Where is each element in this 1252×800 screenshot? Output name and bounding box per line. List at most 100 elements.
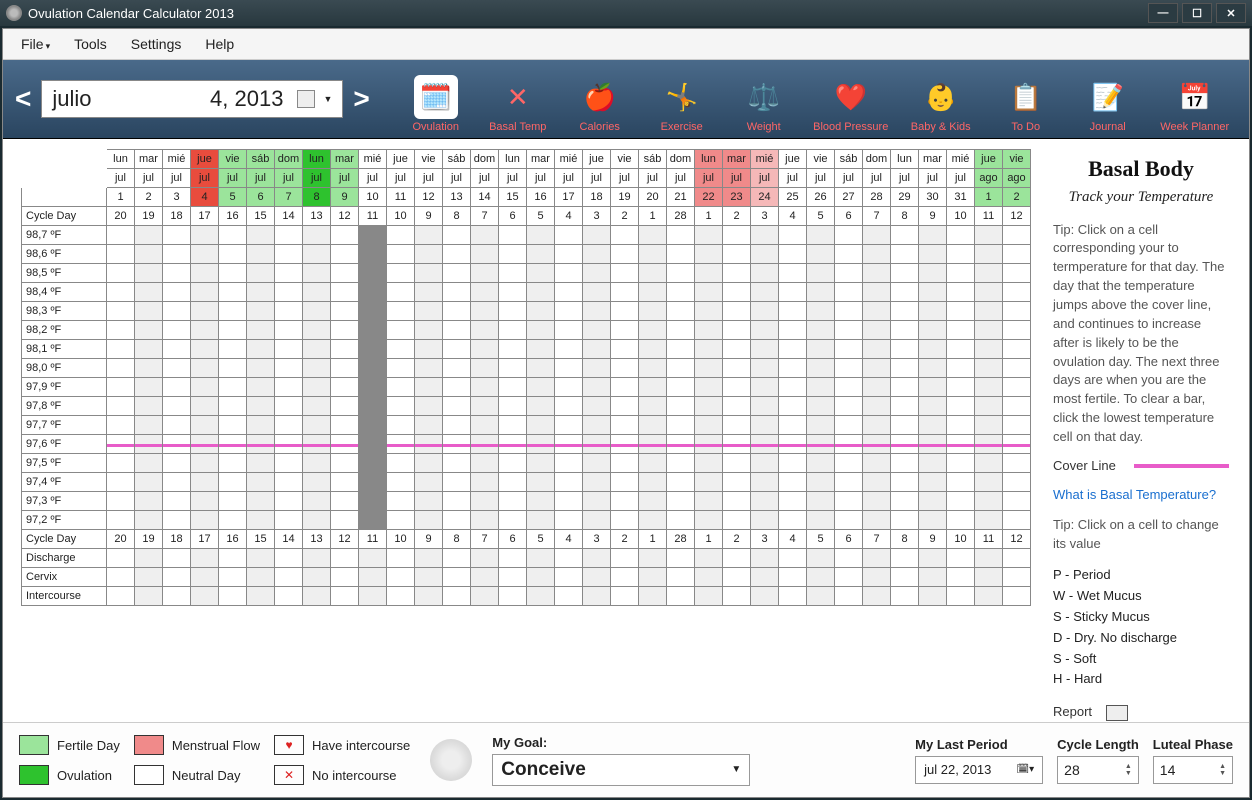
temp-cell[interactable] [667,283,695,302]
temp-cell[interactable] [555,321,583,340]
tracker-cell[interactable] [191,549,219,568]
temp-cell[interactable] [191,397,219,416]
tracker-cell[interactable] [359,587,387,606]
tracker-cell[interactable] [499,568,527,587]
tracker-cell[interactable] [135,549,163,568]
tracker-cell[interactable] [555,568,583,587]
temp-cell[interactable] [247,492,275,511]
temp-label[interactable]: 98,2 ºF [22,321,107,340]
temp-cell[interactable] [303,416,331,435]
day-header[interactable]: jul [919,169,947,188]
temp-cell[interactable] [863,245,891,264]
temp-cell[interactable] [695,473,723,492]
temp-label[interactable]: 97,7 ºF [22,416,107,435]
tracker-cell[interactable] [415,587,443,606]
day-header[interactable]: dom [471,150,499,169]
tracker-cell[interactable] [583,549,611,568]
temp-cell[interactable] [163,359,191,378]
temp-cell[interactable] [723,435,751,454]
temp-label[interactable]: 98,3 ºF [22,302,107,321]
temp-cell[interactable] [275,283,303,302]
tracker-cell[interactable] [471,587,499,606]
temp-cell[interactable] [555,378,583,397]
temp-cell[interactable] [751,435,779,454]
temp-cell[interactable] [583,454,611,473]
temp-cell[interactable] [975,492,1003,511]
temp-cell[interactable] [639,492,667,511]
temp-cell[interactable] [779,397,807,416]
temp-cell[interactable] [639,226,667,245]
temp-cell[interactable] [387,397,415,416]
temp-cell[interactable] [499,321,527,340]
temp-cell[interactable] [191,435,219,454]
tracker-cell[interactable] [807,549,835,568]
spinner-buttons[interactable]: ▲▼ [1125,763,1132,777]
date-picker[interactable]: julio 4, 2013 ▼ [41,80,343,118]
temp-cell[interactable] [695,264,723,283]
temp-cell[interactable] [863,359,891,378]
temp-cell[interactable] [331,473,359,492]
temp-cell[interactable] [303,340,331,359]
temp-cell[interactable] [639,473,667,492]
temp-cell[interactable] [639,397,667,416]
day-header[interactable]: 4 [191,188,219,207]
temp-cell[interactable] [919,283,947,302]
toolbar-baby-kids[interactable]: 👶Baby & Kids [900,65,982,133]
cycle-day-cell[interactable]: 10 [387,207,415,226]
temp-cell[interactable] [1003,454,1031,473]
toolbar-todo[interactable]: 📋To Do [988,65,1064,133]
temp-cell[interactable] [359,226,387,245]
cycle-day-cell[interactable]: 17 [191,530,219,549]
temp-cell[interactable] [443,321,471,340]
temp-cell[interactable] [415,397,443,416]
temp-cell[interactable] [247,378,275,397]
day-header[interactable]: 2 [1003,188,1031,207]
tracker-cell[interactable] [387,549,415,568]
tracker-cell[interactable] [639,587,667,606]
temp-cell[interactable] [471,492,499,511]
temp-cell[interactable] [527,397,555,416]
day-header[interactable]: 15 [499,188,527,207]
tracker-row-label[interactable]: Discharge [22,549,107,568]
cycle-day-cell[interactable]: 17 [191,207,219,226]
next-date-button[interactable]: > [349,83,373,115]
temp-cell[interactable] [499,340,527,359]
temp-cell[interactable] [275,416,303,435]
temp-cell[interactable] [443,492,471,511]
temp-cell[interactable] [779,340,807,359]
day-header[interactable]: 3 [163,188,191,207]
temp-cell[interactable] [527,454,555,473]
temp-cell[interactable] [387,378,415,397]
temp-cell[interactable] [359,416,387,435]
temp-cell[interactable] [471,359,499,378]
cycle-day-cell[interactable]: 7 [863,530,891,549]
temp-cell[interactable] [499,283,527,302]
temp-cell[interactable] [947,283,975,302]
tracker-cell[interactable] [527,568,555,587]
temp-cell[interactable] [135,245,163,264]
temp-cell[interactable] [751,397,779,416]
temp-cell[interactable] [667,492,695,511]
temp-cell[interactable] [331,454,359,473]
temp-cell[interactable] [135,435,163,454]
temp-cell[interactable] [779,378,807,397]
basal-info-link[interactable]: What is Basal Temperature? [1053,487,1216,502]
temp-cell[interactable] [499,359,527,378]
temp-cell[interactable] [387,359,415,378]
day-header[interactable]: mar [723,150,751,169]
tracker-cell[interactable] [443,568,471,587]
day-header[interactable]: mié [163,150,191,169]
temp-cell[interactable] [779,454,807,473]
cycle-day-cell[interactable]: 10 [947,530,975,549]
temp-cell[interactable] [947,359,975,378]
day-header[interactable]: 23 [723,188,751,207]
temp-label[interactable]: 98,4 ºF [22,283,107,302]
day-header[interactable]: jul [639,169,667,188]
temp-cell[interactable] [415,226,443,245]
temp-cell[interactable] [499,264,527,283]
temp-cell[interactable] [415,454,443,473]
day-header[interactable]: jul [107,169,135,188]
cycle-day-cell[interactable]: 1 [695,207,723,226]
temp-cell[interactable] [807,435,835,454]
temp-cell[interactable] [723,511,751,530]
